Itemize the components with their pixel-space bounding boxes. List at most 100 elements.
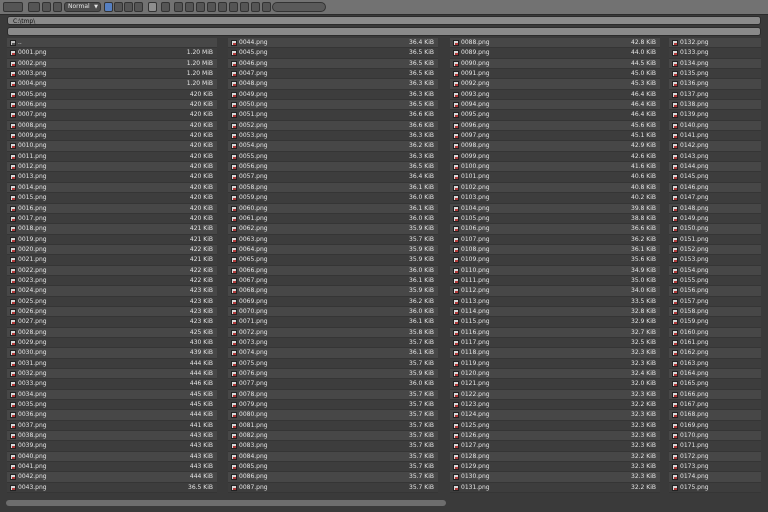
file-row[interactable]: 0173.png: [669, 462, 761, 473]
image-filter-icon[interactable]: [207, 2, 216, 12]
file-row[interactable]: 0131.png 32.2 KiB: [450, 482, 660, 494]
file-row[interactable]: 0151.png: [669, 234, 761, 245]
file-row[interactable]: 0107.png 36.2 KiB: [450, 234, 660, 245]
file-row[interactable]: 0142.png: [669, 141, 761, 152]
file-row[interactable]: 0112.png 34.0 KiB: [450, 286, 660, 297]
file-row[interactable]: 0011.png 420 KiB: [7, 151, 217, 163]
file-row[interactable]: 0095.png 46.4 KiB: [450, 110, 660, 121]
file-row[interactable]: 0018.png 421 KiB: [7, 224, 217, 235]
file-row[interactable]: 0034.png 445 KiB: [7, 389, 217, 401]
file-row[interactable]: 0159.png: [669, 317, 761, 328]
file-row[interactable]: 0089.png 44.0 KiB: [450, 48, 660, 59]
file-row[interactable]: 0126.png 32.3 KiB: [450, 431, 660, 442]
file-row[interactable]: 0100.png 41.6 KiB: [450, 162, 660, 173]
file-row[interactable]: 0146.png: [669, 182, 761, 194]
text-filter-icon[interactable]: [262, 2, 271, 12]
file-row[interactable]: 0067.png 36.1 KiB: [228, 275, 438, 287]
file-row[interactable]: 0157.png: [669, 296, 761, 307]
file-row[interactable]: 0113.png 33.5 KiB: [450, 296, 660, 307]
file-row[interactable]: 0161.png: [669, 337, 761, 349]
file-row[interactable]: 0091.png 45.0 KiB: [450, 69, 660, 80]
file-row[interactable]: 0152.png: [669, 244, 761, 256]
script-filter-icon[interactable]: [229, 2, 238, 12]
file-row[interactable]: 0128.png 32.2 KiB: [450, 451, 660, 463]
file-row[interactable]: 0030.png 439 KiB: [7, 348, 217, 359]
file-row[interactable]: 0062.png 35.9 KiB: [228, 224, 438, 235]
file-row[interactable]: 0134.png: [669, 58, 761, 70]
sort-alpha-button[interactable]: [104, 2, 113, 12]
file-row[interactable]: 0076.png 35.9 KiB: [228, 369, 438, 380]
sound-filter-icon[interactable]: [251, 2, 260, 12]
file-row[interactable]: 0148.png: [669, 203, 761, 214]
file-row[interactable]: 0066.png 36.0 KiB: [228, 265, 438, 276]
file-row[interactable]: 0144.png: [669, 162, 761, 173]
file-row[interactable]: 0088.png 42.8 KiB: [450, 38, 660, 49]
file-row[interactable]: 0165.png: [669, 379, 761, 390]
file-row[interactable]: 0136.png: [669, 79, 761, 90]
display-mode-dropdown[interactable]: Normal ▼: [64, 2, 101, 12]
file-row[interactable]: 0117.png 32.5 KiB: [450, 337, 660, 349]
file-row[interactable]: 0052.png 36.6 KiB: [228, 120, 438, 132]
file-row[interactable]: 0102.png 40.8 KiB: [450, 182, 660, 194]
file-row[interactable]: 0141.png: [669, 131, 761, 142]
file-row[interactable]: 0026.png 423 KiB: [7, 306, 217, 318]
file-row[interactable]: 0158.png: [669, 306, 761, 318]
file-row[interactable]: 0071.png 36.1 KiB: [228, 317, 438, 328]
file-row[interactable]: 0145.png: [669, 172, 761, 183]
file-row[interactable]: 0072.png 35.8 KiB: [228, 327, 438, 338]
file-row[interactable]: 0050.png 36.5 KiB: [228, 100, 438, 111]
backup-filter-icon[interactable]: [196, 2, 205, 12]
file-row[interactable]: 0047.png 36.5 KiB: [228, 69, 438, 80]
file-row[interactable]: 0081.png 35.7 KiB: [228, 420, 438, 432]
file-row[interactable]: 0096.png 45.6 KiB: [450, 120, 660, 132]
file-row[interactable]: 0032.png 444 KiB: [7, 369, 217, 380]
file-row[interactable]: 0155.png: [669, 275, 761, 287]
file-row[interactable]: 0037.png 441 KiB: [7, 420, 217, 432]
file-row[interactable]: 0027.png 423 KiB: [7, 317, 217, 328]
file-row[interactable]: 0105.png 38.8 KiB: [450, 213, 660, 225]
file-row[interactable]: 0055.png 36.3 KiB: [228, 151, 438, 163]
file-row[interactable]: 0083.png 35.7 KiB: [228, 441, 438, 452]
file-row[interactable]: 0162.png: [669, 348, 761, 359]
file-row[interactable]: 0051.png 36.6 KiB: [228, 110, 438, 121]
file-row[interactable]: 0115.png 32.9 KiB: [450, 317, 660, 328]
file-row[interactable]: 0031.png 444 KiB: [7, 358, 217, 369]
file-row[interactable]: 0170.png: [669, 431, 761, 442]
file-row[interactable]: 0085.png 35.7 KiB: [228, 462, 438, 473]
file-row[interactable]: 0063.png 35.7 KiB: [228, 234, 438, 245]
movie-filter-icon[interactable]: [218, 2, 227, 12]
file-row[interactable]: 0175.png: [669, 482, 761, 494]
file-row[interactable]: 0017.png 420 KiB: [7, 213, 217, 225]
file-row[interactable]: 0049.png 36.3 KiB: [228, 89, 438, 101]
filter-toggle[interactable]: [161, 2, 170, 12]
file-row[interactable]: 0109.png 35.6 KiB: [450, 255, 660, 266]
file-row[interactable]: 0094.png 46.4 KiB: [450, 100, 660, 111]
view-menu-button[interactable]: [28, 2, 40, 12]
file-row[interactable]: 0174.png: [669, 472, 761, 483]
file-row[interactable]: 0014.png 420 KiB: [7, 182, 217, 194]
file-row[interactable]: 0133.png: [669, 48, 761, 59]
file-row[interactable]: 0164.png: [669, 369, 761, 380]
file-row[interactable]: 0166.png: [669, 389, 761, 401]
file-row[interactable]: 0010.png 420 KiB: [7, 141, 217, 152]
file-row[interactable]: 0137.png: [669, 89, 761, 101]
file-row[interactable]: 0069.png 36.2 KiB: [228, 296, 438, 307]
file-row[interactable]: 0099.png 42.6 KiB: [450, 151, 660, 163]
file-row[interactable]: 0025.png 423 KiB: [7, 296, 217, 307]
file-row[interactable]: 0143.png: [669, 151, 761, 163]
file-row[interactable]: 0036.png 444 KiB: [7, 410, 217, 421]
file-row[interactable]: 0078.png 35.7 KiB: [228, 389, 438, 401]
file-row[interactable]: 0080.png 35.7 KiB: [228, 410, 438, 421]
file-row[interactable]: 0068.png 35.9 KiB: [228, 286, 438, 297]
file-row[interactable]: 0110.png 34.9 KiB: [450, 265, 660, 276]
file-row[interactable]: 0077.png 36.0 KiB: [228, 379, 438, 390]
file-row[interactable]: 0093.png 46.4 KiB: [450, 89, 660, 101]
file-row[interactable]: 0120.png 32.4 KiB: [450, 369, 660, 380]
file-row[interactable]: 0135.png: [669, 69, 761, 80]
file-row[interactable]: 0016.png 420 KiB: [7, 203, 217, 214]
file-row[interactable]: 0119.png 32.3 KiB: [450, 358, 660, 369]
file-row[interactable]: 0118.png 32.3 KiB: [450, 348, 660, 359]
file-row[interactable]: 0172.png: [669, 451, 761, 463]
file-row[interactable]: 0098.png 42.9 KiB: [450, 141, 660, 152]
file-row[interactable]: 0009.png 420 KiB: [7, 131, 217, 142]
